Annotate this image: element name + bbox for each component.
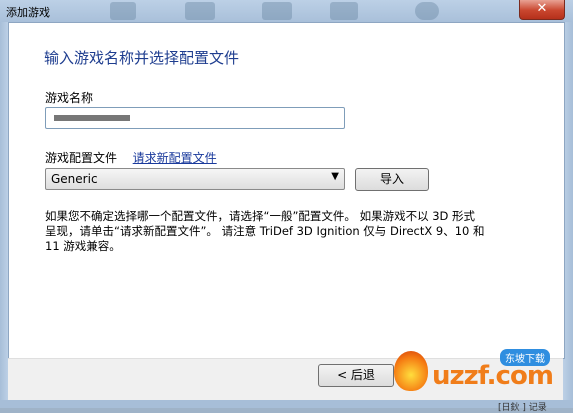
profile-select[interactable]: Generic ▼ [45, 168, 345, 190]
profile-label: 游戏配置文件 [45, 151, 118, 165]
game-name-label: 游戏名称 [45, 91, 94, 105]
request-new-profile-link[interactable]: 请求新配置文件 [133, 151, 217, 165]
import-button[interactable]: 导入 [355, 168, 429, 191]
background-window-deco [330, 2, 358, 20]
description-text: 如果您不确定选择哪一个配置文件，请选择“一般”配置文件。 如果游戏不以 3D 形… [45, 209, 485, 253]
watermark: uzzf.com 东坡下载 [388, 345, 568, 403]
dialog-content: 输入游戏名称并选择配置文件 游戏名称 游戏配置文件 请求新配置文件 Generi… [8, 22, 565, 359]
watermark-badge: 东坡下载 [500, 349, 550, 366]
profile-label-row: 游戏配置文件 请求新配置文件 [45, 149, 217, 166]
chevron-down-icon: ▼ [331, 171, 339, 182]
background-window-deco [262, 2, 292, 20]
background-window-deco [110, 2, 136, 20]
redacted-text [54, 115, 130, 121]
game-name-input[interactable] [45, 107, 345, 129]
profile-select-value: Generic [51, 172, 98, 186]
window-title: 添加游戏 [6, 6, 50, 19]
back-button[interactable]: < 后退 [318, 364, 394, 387]
page-title: 输入游戏名称并选择配置文件 [44, 49, 240, 67]
background-window-deco [415, 2, 439, 20]
window-frame-left [0, 22, 8, 408]
flame-icon [394, 351, 428, 391]
close-button[interactable]: ✕ [519, 0, 565, 20]
background-window-deco [185, 2, 215, 20]
title-bar: 添加游戏 ✕ [0, 0, 573, 23]
